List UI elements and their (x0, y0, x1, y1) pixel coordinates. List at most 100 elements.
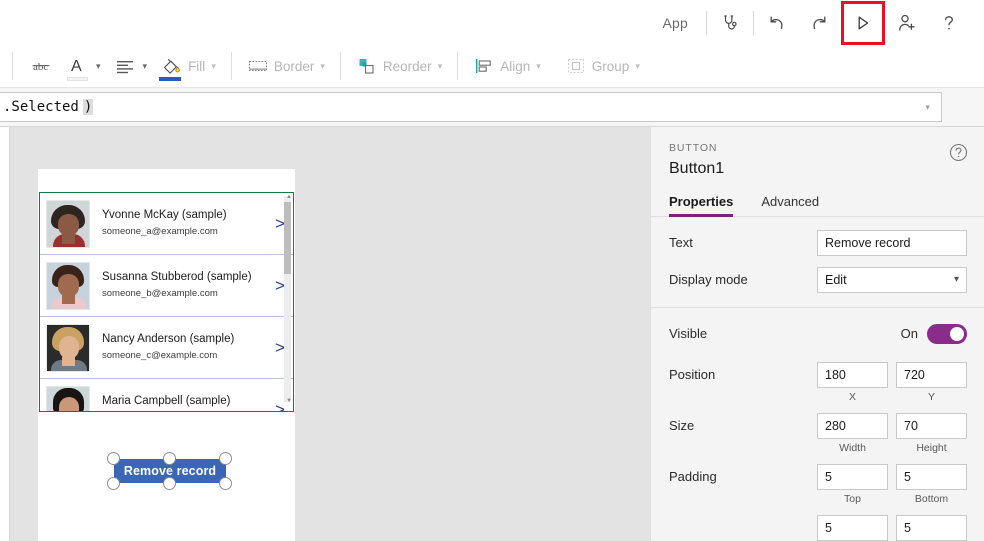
gallery-scrollbar[interactable]: ▲ ▼ (284, 196, 291, 402)
scroll-down-arrow-icon[interactable]: ▼ (286, 398, 292, 404)
gallery-control[interactable]: Yvonne McKay (sample) someone_a@example.… (39, 192, 294, 412)
screen-surface[interactable]: Yvonne McKay (sample) someone_a@example.… (38, 169, 295, 541)
list-item[interactable]: Yvonne McKay (sample) someone_a@example.… (40, 193, 293, 255)
resize-handle-bottom-right[interactable] (219, 477, 232, 490)
border-button[interactable]: Border ▾ (240, 47, 332, 85)
properties-panel-header: BUTTON Button1 (651, 127, 984, 180)
padding-bottom-caption: Bottom (896, 493, 967, 505)
list-item-title: Maria Campbell (sample) (102, 394, 267, 409)
visible-toggle[interactable] (927, 324, 967, 344)
padding-right-input[interactable]: 5 (896, 515, 967, 541)
strikethrough-abc-icon[interactable]: abc (21, 47, 61, 85)
list-item-text: Yvonne McKay (sample) someone_a@example.… (102, 208, 267, 239)
app-canvas[interactable]: Yvonne McKay (sample) someone_a@example.… (0, 126, 650, 541)
group-icon (565, 56, 587, 76)
resize-handle-bottom-center[interactable] (163, 477, 176, 490)
padding-left-input[interactable]: 5 (817, 515, 888, 541)
strikethrough-glyph: abc (31, 58, 51, 74)
visible-toggle-group[interactable]: On (817, 324, 967, 344)
padding-top-input[interactable]: 5 (817, 464, 888, 490)
preview-play-icon[interactable] (844, 4, 882, 42)
fill-color-swatch (159, 77, 181, 81)
padding-top-bottom-inputs: 5 5 (817, 464, 967, 490)
padding-bottom-input[interactable]: 5 (896, 464, 967, 490)
size-property-row: Size 280 70 (669, 410, 970, 441)
display-mode-select[interactable]: Edit ▾ (817, 267, 967, 293)
properties-panel: BUTTON Button1 Properties Advanced Text … (650, 126, 984, 541)
padding-top-caption: Top (817, 493, 888, 505)
position-captions: X Y (817, 391, 970, 403)
resize-handle-top-center[interactable] (163, 452, 176, 465)
list-item-subtitle: someone_c@example.com (102, 349, 267, 363)
border-label: Border (274, 59, 315, 74)
size-inputs: 280 70 (817, 413, 967, 439)
list-item[interactable]: Nancy Anderson (sample) someone_c@exampl… (40, 317, 293, 379)
text-label: Text (669, 235, 817, 250)
font-color-button[interactable]: A ▾ (61, 47, 108, 85)
list-item[interactable]: Maria Campbell (sample) someone_d@exampl… (40, 379, 293, 412)
resize-handle-top-right[interactable] (219, 452, 232, 465)
chevron-down-icon: ▾ (96, 61, 101, 72)
scroll-up-arrow-icon[interactable]: ▲ (286, 194, 292, 200)
list-item[interactable]: Susanna Stubberod (sample) someone_b@exa… (40, 255, 293, 317)
list-item-text: Susanna Stubberod (sample) someone_b@exa… (102, 270, 267, 301)
help-circle-icon[interactable] (949, 143, 968, 167)
size-label: Size (669, 418, 817, 433)
reorder-icon (356, 56, 378, 76)
canvas-left-rail (0, 127, 10, 541)
avatar (46, 386, 90, 413)
padding-property-row: Padding 5 5 (669, 461, 970, 492)
chevron-down-icon: ▾ (536, 61, 541, 72)
list-item-text: Maria Campbell (sample) someone_d@exampl… (102, 394, 267, 412)
control-type-label: BUTTON (669, 141, 966, 155)
text-input[interactable]: Remove record (817, 230, 967, 256)
padding-left-right-row: 5 5 (669, 512, 970, 541)
chevron-down-icon: ▾ (320, 61, 325, 72)
display-mode-row: Display mode Edit ▾ (669, 264, 970, 295)
selected-control-wrapper[interactable]: Remove record (106, 451, 234, 491)
top-command-bar: App (0, 0, 984, 45)
chevron-down-icon: ▾ (635, 61, 640, 72)
group-button[interactable]: Group ▾ (558, 47, 647, 85)
group-label: Group (592, 59, 630, 74)
font-color-swatch (67, 77, 88, 81)
reorder-button[interactable]: Reorder ▾ (349, 47, 449, 85)
border-icon (247, 57, 269, 75)
visible-label: Visible (669, 326, 817, 341)
align-objects-icon (473, 56, 495, 76)
align-label: Align (500, 59, 530, 74)
size-height-input[interactable]: 70 (896, 413, 967, 439)
divider (706, 11, 707, 35)
chevron-down-icon: ▾ (211, 61, 216, 72)
help-question-icon[interactable] (932, 6, 966, 40)
tab-advanced[interactable]: Advanced (761, 194, 819, 216)
tab-properties[interactable]: Properties (669, 194, 733, 216)
avatar (46, 262, 90, 310)
toggle-knob (950, 327, 964, 341)
align-button[interactable]: Align ▾ (466, 47, 548, 85)
display-mode-label: Display mode (669, 272, 817, 287)
avatar (46, 200, 90, 248)
chevron-down-icon: ▾ (143, 61, 148, 72)
fill-bucket-icon (161, 56, 183, 76)
undo-icon[interactable] (760, 6, 794, 40)
resize-handle-top-left[interactable] (107, 452, 120, 465)
text-align-button[interactable]: ▾ (108, 47, 155, 85)
display-mode-value: Edit (825, 273, 847, 287)
chevron-down-icon[interactable]: ▾ (924, 101, 931, 114)
formula-input[interactable]: .Selected ) ▾ (0, 92, 942, 122)
divider (231, 52, 232, 80)
app-menu-label[interactable]: App (646, 15, 704, 31)
scrollbar-thumb[interactable] (284, 202, 291, 274)
size-width-input[interactable]: 280 (817, 413, 888, 439)
share-user-icon[interactable] (890, 6, 924, 40)
position-y-input[interactable]: 720 (896, 362, 967, 388)
resize-handle-bottom-left[interactable] (107, 477, 120, 490)
position-x-input[interactable]: 180 (817, 362, 888, 388)
fill-button[interactable]: Fill ▾ (154, 47, 223, 85)
redo-icon[interactable] (802, 6, 836, 40)
app-checker-icon[interactable] (713, 6, 747, 40)
visible-state-label: On (901, 326, 918, 341)
divider (457, 52, 458, 80)
position-property-row: Position 180 720 (669, 359, 970, 390)
